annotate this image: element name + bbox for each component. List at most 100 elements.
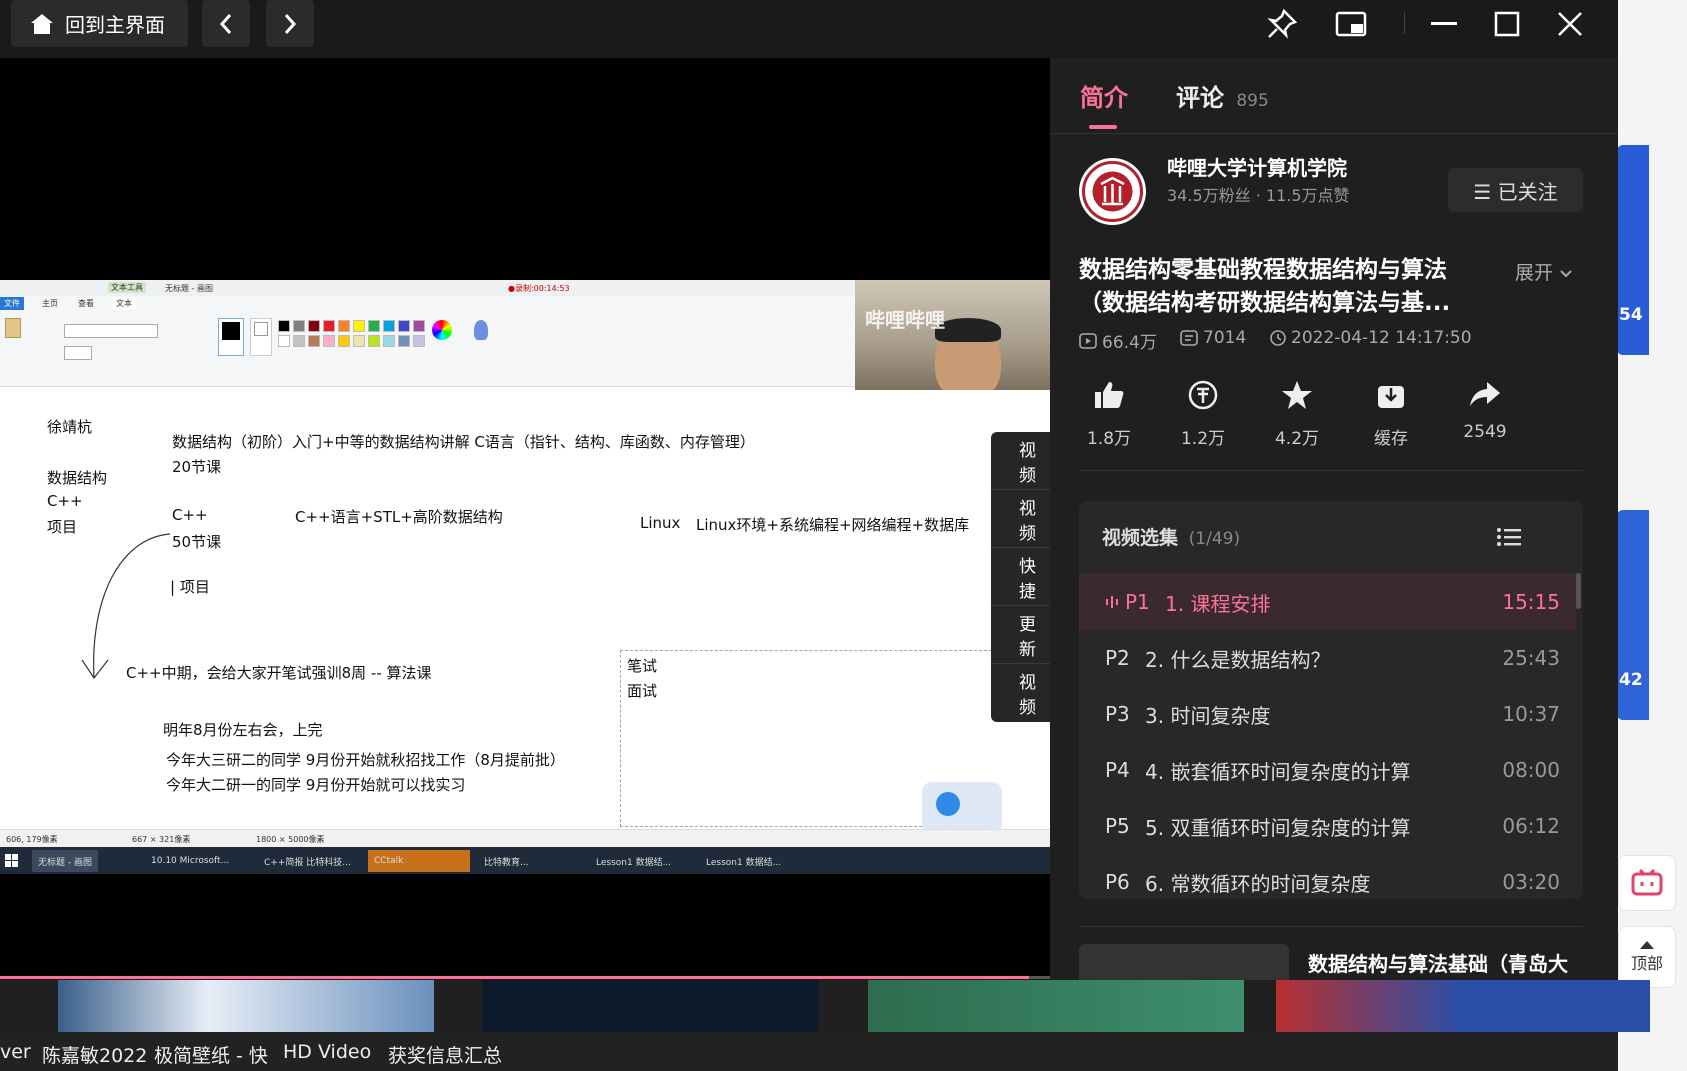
color-swatch [368,335,380,347]
uploader-avatar[interactable] [1079,158,1146,225]
canvas-text: 今年大三研二的同学 9月份开始就秋招找工作（8月提前批） [166,751,565,769]
canvas-text: 数据结构（初阶）入门+中等的数据结构讲解 C语言（指针、结构、库函数、内存管理） [172,433,755,451]
uploader-name[interactable]: 哔哩大学计算机学院 [1167,152,1347,181]
close-icon [1558,12,1582,36]
danmaku-stat: 7014 [1180,328,1246,348]
recommend-video-thumbnail[interactable] [1079,944,1289,980]
windows-taskbar: 无标题 - 画图 10.10 Microsoft... C++简报 比特科技..… [0,847,1050,874]
ribbon-tab-text: 文本 [112,297,136,310]
chevron-down-icon [1560,270,1572,278]
background-card[interactable]: 42 [1617,510,1649,720]
play-count-icon [1079,332,1097,349]
episode-title: 3. 时间复杂度 [1145,703,1271,728]
tab-comments[interactable]: 评论 895 [1176,78,1269,113]
color-swatch [413,335,425,347]
clock-icon [1270,330,1286,346]
recommend-thumbnail[interactable] [58,980,434,1032]
side-menu-item[interactable]: 视频 [991,664,1050,722]
episode-duration: 03:20 [1502,870,1560,894]
paint-title-bar: 无标题 - 画图 ●录制:00:14:53 文本工具 [0,280,855,296]
episode-duration: 08:00 [1502,758,1560,782]
background-card-number: 42 [1619,670,1643,690]
recommend-labels: ver 陈嘉敏2022 极简壁纸 - 快 HD Video 获奖信息汇总 [0,1039,1618,1071]
coin-count: 1.2万 [1180,429,1226,449]
pin-button[interactable] [1260,4,1304,44]
back-button[interactable] [202,0,250,47]
ribbon-tab-home: 主页 [42,299,58,308]
minimize-button[interactable] [1422,4,1466,44]
coin-button[interactable]: 1.2万 [1163,380,1243,449]
back-to-top-button[interactable]: 顶部 [1618,926,1676,988]
recommend-thumbnail[interactable] [868,980,1244,1032]
side-menu-item[interactable]: 视频 [991,490,1050,548]
picture-in-picture-icon [1335,11,1367,37]
title-bar: 回到主界面 [0,0,1618,58]
picture-in-picture-button[interactable] [1329,4,1373,44]
recommend-thumbnail[interactable] [482,980,818,1032]
expand-button[interactable]: 展开 [1515,258,1573,285]
tv-button[interactable] [1618,855,1676,911]
episode-item[interactable]: P4 4. 嵌套循环时间复杂度的计算 08:00 [1079,741,1576,799]
video-player[interactable]: 无标题 - 画图 ●录制:00:14:53 文本工具 文件 主页 查看 文本 哔… [0,58,1050,978]
episode-list-scrollbar[interactable] [1576,573,1581,609]
like-count: 1.8万 [1086,429,1132,449]
share-button[interactable]: 2549 [1445,380,1525,442]
episode-item[interactable]: P5 5. 双重循环时间复杂度的计算 06:12 [1079,797,1576,855]
home-button[interactable]: 回到主界面 [11,0,188,47]
list-view-icon[interactable] [1497,527,1521,547]
color-swatch [308,320,320,332]
like-button[interactable]: 1.8万 [1069,380,1149,449]
color-swatch [293,320,305,332]
side-menu-item[interactable]: 更新 [991,606,1050,664]
favorite-button[interactable]: 4.2万 [1257,380,1337,449]
background-card[interactable]: 54 [1617,145,1649,355]
color-swatch [323,335,335,347]
follow-button[interactable]: ☰ 已关注 [1448,168,1583,212]
episode-item[interactable]: P1 1. 课程安排 15:15 [1079,573,1576,631]
recommend-label[interactable]: 获奖信息汇总 [388,1041,502,1068]
publish-date: 2022-04-12 14:17:50 [1291,328,1472,348]
windows-start-icon [5,854,18,867]
font-box [64,324,158,338]
canvas-text: 笔试 [627,657,658,675]
recommend-video-title[interactable]: 数据结构与算法基础（青岛大 [1308,948,1568,977]
download-label: 缓存 [1374,429,1408,449]
text-tools-context: 文本工具 [108,282,146,293]
recommend-label[interactable]: 极简壁纸 - 快 [154,1041,268,1068]
favorite-count: 4.2万 [1274,429,1320,449]
font-size-box [64,346,92,360]
divider [1050,133,1618,134]
recommend-label[interactable]: ver [0,1041,31,1063]
close-button[interactable] [1548,4,1592,44]
episode-item[interactable]: P3 3. 时间复杂度 10:37 [1079,685,1576,743]
canvas-text: 徐靖杭 [47,418,93,436]
ribbon-tab-view: 查看 [78,299,94,308]
canvas-text: C++ [172,506,208,524]
danmaku-icon [1180,330,1198,346]
video-progress-bar[interactable] [0,976,1050,979]
color-swatch [323,320,335,332]
maximize-button[interactable] [1485,4,1529,44]
color-swatch [338,335,350,347]
side-menu-item[interactable]: 视频 [991,432,1050,490]
back-to-top-label: 顶部 [1630,954,1663,973]
taskbar-item: 无标题 - 画图 [32,850,98,872]
background-card-number: 54 [1619,305,1643,325]
comment-count: 895 [1236,91,1269,111]
home-icon [31,13,53,34]
tab-intro[interactable]: 简介 [1080,78,1128,113]
recommend-label[interactable]: HD Video [283,1041,371,1063]
side-menu-item[interactable]: 快捷 [991,548,1050,606]
canvas-text: 面试 [627,682,658,700]
star-icon [1282,381,1312,409]
download-button[interactable]: 缓存 [1351,380,1431,449]
title-bar-separator [1404,12,1405,34]
paint-ribbon: 无标题 - 画图 ●录制:00:14:53 文本工具 文件 主页 查看 文本 [0,280,855,387]
recommend-thumbnail[interactable] [1276,980,1650,1032]
episode-item[interactable]: P2 2. 什么是数据结构？ 25:43 [1079,629,1576,687]
episode-item[interactable]: P6 6. 常数循环的时间复杂度 03:20 [1079,853,1576,899]
episode-list-header: 视频选集 (1/49) [1102,523,1240,550]
recommend-label[interactable]: 陈嘉敏2022 [42,1041,147,1068]
uploader-stats: 34.5万粉丝 · 11.5万点赞 [1167,186,1350,205]
forward-button[interactable] [266,0,314,47]
